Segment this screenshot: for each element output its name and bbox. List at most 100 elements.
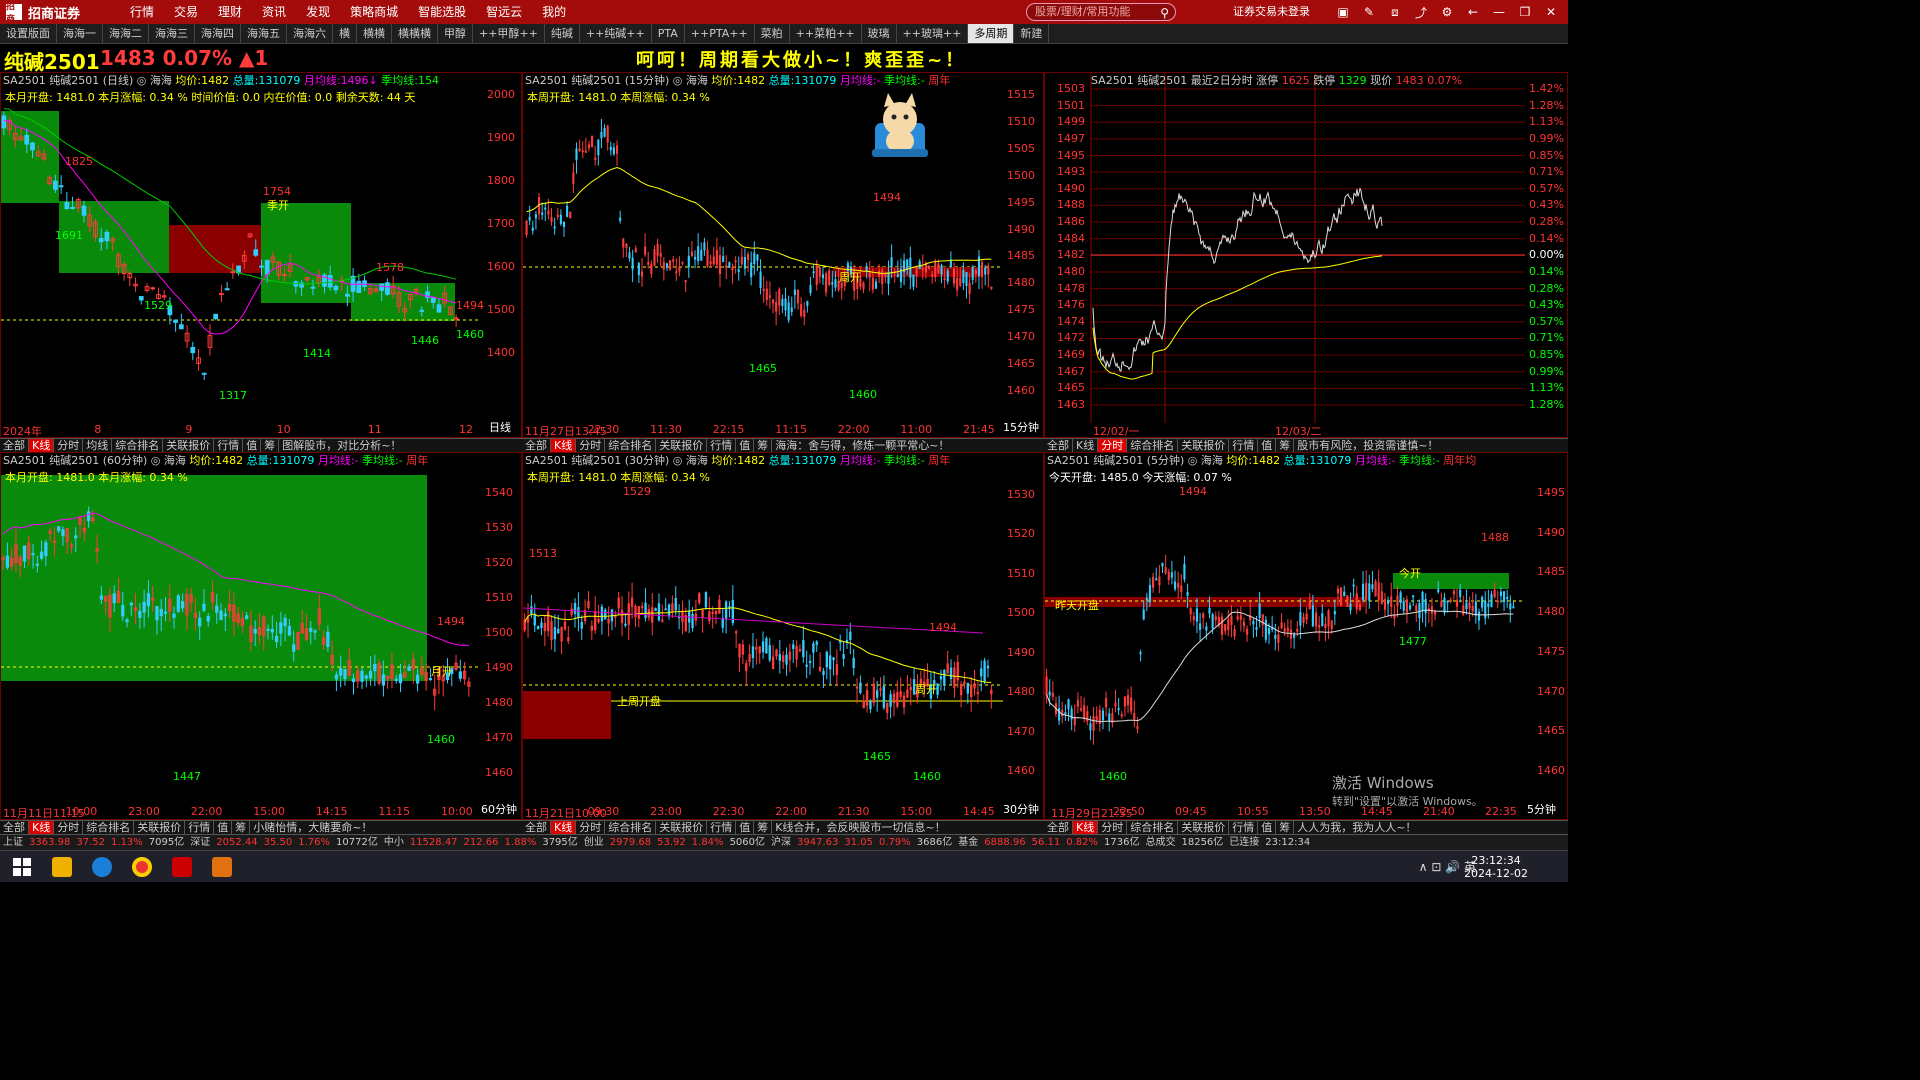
layout-tab-6[interactable]: 海海六 <box>287 24 333 43</box>
m30-kline-chart[interactable] <box>523 453 1044 820</box>
menu-licai[interactable]: 理财 <box>208 0 252 24</box>
layout-tab-13[interactable]: ++纯碱++ <box>580 24 652 43</box>
subtab-daily-1[interactable]: K线 <box>29 439 55 452</box>
subtab-daily-8[interactable]: 筹 <box>261 439 280 452</box>
search-icon[interactable]: ⚲ <box>1160 5 1169 21</box>
chart-panel-daily[interactable]: SA2501 纯碱2501 (日线) ◎ 海海 均价:1482 总量:13107… <box>0 72 522 438</box>
subtab-intra-6[interactable]: 值 <box>1258 439 1277 452</box>
login-status[interactable]: 证券交易未登录 <box>1233 0 1310 24</box>
layout-tab-10[interactable]: 甲醇 <box>438 24 473 43</box>
layout-tab-15[interactable]: ++PTA++ <box>685 24 755 43</box>
subtab-m15-4[interactable]: 关联报价 <box>656 439 708 452</box>
subtab-m5-2[interactable]: 分时 <box>1098 821 1128 834</box>
subtab-m5-0[interactable]: 全部 <box>1044 821 1073 834</box>
layout-tab-16[interactable]: 菜粕 <box>755 24 790 43</box>
chrome-icon[interactable] <box>132 857 152 877</box>
subtab-daily-4[interactable]: 综合排名 <box>112 439 164 452</box>
layout-tab-1[interactable]: 海海一 <box>57 24 103 43</box>
layout-tab-5[interactable]: 海海五 <box>241 24 287 43</box>
subtab-m5-5[interactable]: 行情 <box>1229 821 1259 834</box>
subtab-m15-2[interactable]: 分时 <box>576 439 606 452</box>
subtab-m5-1[interactable]: K线 <box>1073 821 1099 834</box>
subtab-m30-4[interactable]: 关联报价 <box>656 821 708 834</box>
layout-tab-19[interactable]: ++玻璃++ <box>897 24 969 43</box>
layout-tab-3[interactable]: 海海三 <box>149 24 195 43</box>
layout-tab-2[interactable]: 海海二 <box>103 24 149 43</box>
restore-icon[interactable]: ❐ <box>1512 5 1538 19</box>
subtab-m5-6[interactable]: 值 <box>1258 821 1277 834</box>
gear-icon[interactable]: ⚙ <box>1434 5 1460 19</box>
file-explorer-icon[interactable] <box>52 857 72 877</box>
m15-kline-chart[interactable] <box>523 73 1044 438</box>
subtab-daily-3[interactable]: 均线 <box>83 439 113 452</box>
layout-tab-11[interactable]: ++甲醇++ <box>473 24 545 43</box>
layout-tab-9[interactable]: 横横横 <box>392 24 438 43</box>
subtab-m30-1[interactable]: K线 <box>551 821 577 834</box>
daily-kline-chart[interactable] <box>1 73 522 438</box>
subtab-m60-3[interactable]: 综合排名 <box>83 821 135 834</box>
subtab-intra-0[interactable]: 全部 <box>1044 439 1073 452</box>
layout-tab-12[interactable]: 纯碱 <box>545 24 580 43</box>
layout-tab-7[interactable]: 横 <box>333 24 357 43</box>
subtab-m60-7[interactable]: 筹 <box>232 821 251 834</box>
edit-icon[interactable]: ✎ <box>1356 5 1382 19</box>
windows-start-icon[interactable] <box>12 857 32 877</box>
layout-tab-21[interactable]: 新建 <box>1014 24 1050 43</box>
menu-faxian[interactable]: 发现 <box>296 0 340 24</box>
layout-tab-4[interactable]: 海海四 <box>195 24 241 43</box>
subtab-m60-6[interactable]: 值 <box>214 821 233 834</box>
calendar-icon[interactable]: ▣ <box>1330 5 1356 19</box>
subtab-m30-6[interactable]: 值 <box>736 821 755 834</box>
subtab-daily-6[interactable]: 行情 <box>214 439 244 452</box>
intraday-chart[interactable] <box>1045 73 1568 438</box>
menu-wode[interactable]: 我的 <box>532 0 576 24</box>
subtab-m5-4[interactable]: 关联报价 <box>1178 821 1230 834</box>
menu-xuangu[interactable]: 智能选股 <box>408 0 476 24</box>
m60-kline-chart[interactable] <box>1 453 522 820</box>
subtab-m5-3[interactable]: 综合排名 <box>1127 821 1179 834</box>
subtab-m60-4[interactable]: 关联报价 <box>134 821 186 834</box>
share-icon[interactable]: ⤴ <box>1408 4 1434 21</box>
layout-tab-8[interactable]: 横横 <box>357 24 392 43</box>
zhaoshang-app-icon[interactable] <box>172 857 192 877</box>
layout-tab-18[interactable]: 玻璃 <box>862 24 897 43</box>
taskbar-clock[interactable]: 23:12:34 2024-12-02 <box>1464 854 1528 880</box>
period-label[interactable]: 日线 <box>489 419 511 435</box>
period-label[interactable]: 15分钟 <box>1003 419 1039 435</box>
edge-browser-icon[interactable] <box>92 857 112 877</box>
subtab-m30-0[interactable]: 全部 <box>522 821 551 834</box>
layout-tab-14[interactable]: PTA <box>652 24 685 43</box>
menu-hangqing[interactable]: 行情 <box>120 0 164 24</box>
period-label[interactable]: 5分钟 <box>1527 801 1556 817</box>
subtab-m15-6[interactable]: 值 <box>736 439 755 452</box>
subtab-m30-7[interactable]: 筹 <box>754 821 773 834</box>
subtab-daily-7[interactable]: 值 <box>243 439 262 452</box>
back-icon[interactable]: ← <box>1460 5 1486 19</box>
subtab-m15-1[interactable]: K线 <box>551 439 577 452</box>
subtab-intra-7[interactable]: 筹 <box>1276 439 1295 452</box>
chart-panel-30min[interactable]: SA2501 纯碱2501 (30分钟) ◎ 海海 均价:1482 总量:131… <box>522 452 1044 820</box>
m5-kline-chart[interactable] <box>1045 453 1568 820</box>
subtab-intra-4[interactable]: 关联报价 <box>1178 439 1230 452</box>
subtab-daily-0[interactable]: 全部 <box>0 439 29 452</box>
minimize-icon[interactable]: — <box>1486 5 1512 19</box>
subtab-m5-7[interactable]: 筹 <box>1276 821 1295 834</box>
menu-zhiyuanyun[interactable]: 智远云 <box>476 0 532 24</box>
close-icon[interactable]: ✕ <box>1538 5 1564 19</box>
subtab-m30-3[interactable]: 综合排名 <box>605 821 657 834</box>
menu-zixun[interactable]: 资讯 <box>252 0 296 24</box>
subtab-m60-0[interactable]: 全部 <box>0 821 29 834</box>
subtab-m15-3[interactable]: 综合排名 <box>605 439 657 452</box>
menu-celue[interactable]: 策略商城 <box>340 0 408 24</box>
chart-panel-15min[interactable]: SA2501 纯碱2501 (15分钟) ◎ 海海 均价:1482 总量:131… <box>522 72 1044 438</box>
subtab-intra-2[interactable]: 分时 <box>1098 439 1128 452</box>
layout-tab-20[interactable]: 多周期 <box>968 24 1015 43</box>
period-label[interactable]: 30分钟 <box>1003 801 1039 817</box>
subtab-intra-5[interactable]: 行情 <box>1229 439 1259 452</box>
chart-panel-intraday[interactable]: SA2501 纯碱2501 最近2日分时 涨停 1625 跌停 1329 现价 … <box>1044 72 1568 438</box>
subtab-m30-5[interactable]: 行情 <box>707 821 737 834</box>
search-input[interactable]: 股票/理财/常用功能 ⚲ <box>1026 3 1176 21</box>
subtab-m15-7[interactable]: 筹 <box>754 439 773 452</box>
subtab-m30-2[interactable]: 分时 <box>576 821 606 834</box>
subtab-m15-0[interactable]: 全部 <box>522 439 551 452</box>
